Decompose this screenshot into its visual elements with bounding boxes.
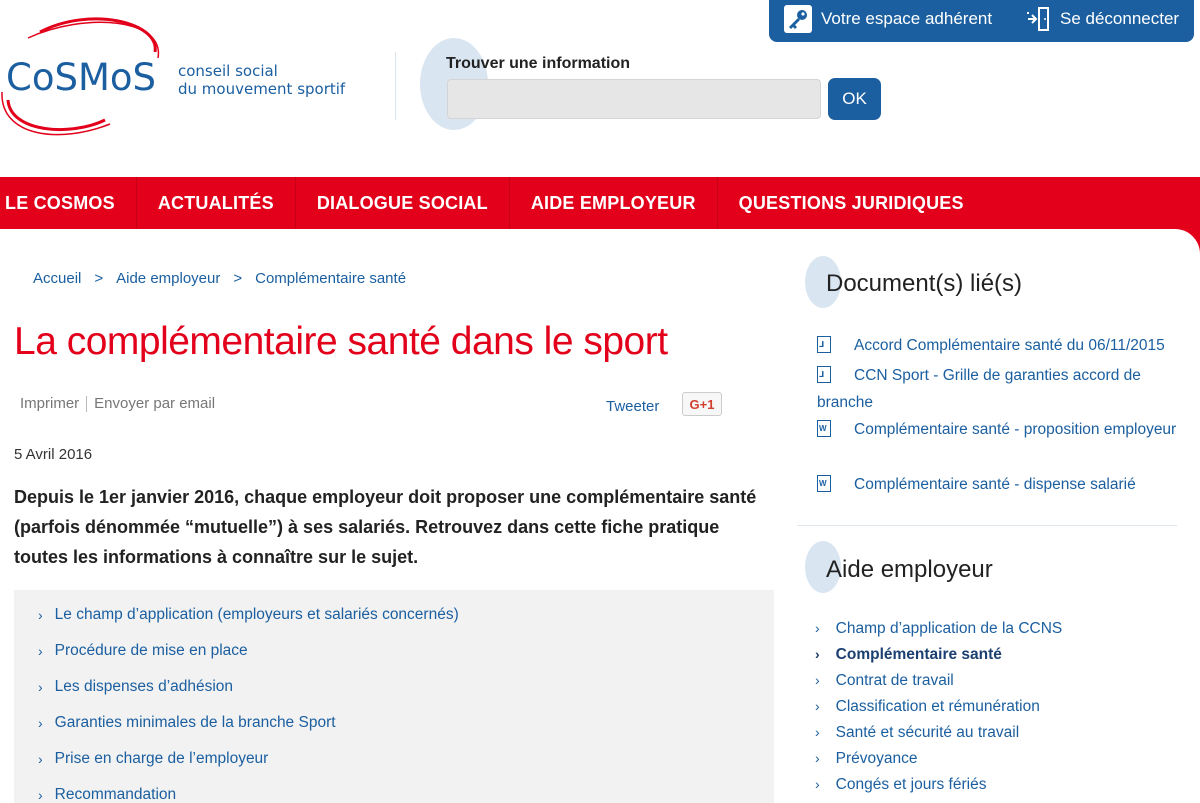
chevron-right-icon: ›	[815, 698, 820, 714]
logo-tagline-line-2: du mouvement sportif	[178, 80, 346, 98]
sidebar-item-label: Santé et sécurité au travail	[835, 724, 1020, 741]
toc-item-label: Prise en charge de l’employeur	[54, 750, 269, 767]
search-submit-button[interactable]: OK	[828, 78, 881, 120]
nav-item-aide-employeur[interactable]: AIDE EMPLOYEUR	[510, 177, 718, 229]
google-plus-button[interactable]: G+1	[682, 392, 722, 416]
chevron-right-icon: ›	[815, 646, 820, 662]
toc-item[interactable]: › Recommandation	[38, 786, 176, 803]
sidebar-item-label: Congés et jours fériés	[835, 776, 987, 793]
chevron-right-icon: ›	[815, 750, 820, 766]
chevron-right-icon: ›	[38, 679, 43, 695]
tweet-button[interactable]: Tweeter	[606, 398, 659, 415]
page-title: La complémentaire santé dans le sport	[14, 320, 668, 363]
sidebar-item-label: Champ d’application de la CCNS	[835, 620, 1063, 637]
toc-item[interactable]: › Le champ d’application (employeurs et …	[38, 606, 459, 624]
sidebar-item-sante-securite[interactable]: › Santé et sécurité au travail	[815, 724, 1019, 742]
sidebar-item-conges[interactable]: › Congés et jours fériés	[815, 776, 986, 794]
chevron-right-icon: ›	[38, 715, 43, 731]
article-intro: Depuis le 1er janvier 2016, chaque emplo…	[14, 487, 757, 567]
toc-item[interactable]: › Prise en charge de l’employeur	[38, 750, 268, 768]
sidebar-item-champ-application[interactable]: › Champ d’application de la CCNS	[815, 620, 1062, 638]
sidebar-item-label: Complémentaire santé	[835, 646, 1002, 663]
breadcrumb-item-aide-employeur[interactable]: Aide employeur	[116, 270, 220, 287]
door-exit-icon	[1027, 7, 1049, 31]
sidebar-item-complementaire-sante[interactable]: › Complémentaire santé	[815, 646, 1002, 664]
tools-divider	[86, 395, 88, 412]
word-icon: W	[817, 475, 831, 492]
main-navigation: LE COSMOS ACTUALITÉS DIALOGUE SOCIAL AID…	[0, 177, 1200, 229]
doc-link-label: CCN Sport - Grille de garanties accord d…	[817, 367, 1141, 411]
sidebar-item-label: Contrat de travail	[835, 672, 954, 689]
toc-item-label: Les dispenses d’adhésion	[54, 678, 234, 695]
nav-item-actualites[interactable]: ACTUALITÉS	[137, 177, 296, 229]
chevron-right-icon: ›	[815, 672, 820, 688]
toc-item-label: Procédure de mise en place	[54, 642, 248, 659]
article-tools: Imprimer Envoyer par email	[20, 395, 215, 412]
doc-link[interactable]: ⅃ CCN Sport - Grille de garanties accord …	[817, 362, 1192, 416]
chevron-right-icon: ›	[38, 607, 43, 623]
pdf-icon: ⅃	[817, 336, 831, 353]
email-link[interactable]: Envoyer par email	[94, 395, 215, 412]
word-icon: W	[817, 420, 831, 437]
doc-link[interactable]: W Complémentaire santé - proposition empl…	[817, 416, 1192, 443]
member-area-link[interactable]: Votre espace adhérent	[783, 0, 992, 38]
nav-item-dialogue-social[interactable]: DIALOGUE SOCIAL	[296, 177, 510, 229]
search-title: Trouver une information	[446, 55, 631, 72]
logo-tagline: conseil social du mouvement sportif	[178, 62, 345, 98]
sidebar-item-label: Classification et rémunération	[835, 698, 1040, 715]
toc-item[interactable]: › Les dispenses d’adhésion	[38, 678, 233, 696]
doc-link[interactable]: W Complémentaire santé - dispense salarié	[817, 471, 1192, 498]
sidebar-item-prevoyance[interactable]: › Prévoyance	[815, 750, 918, 768]
chevron-right-icon: ›	[38, 787, 43, 803]
header-divider	[395, 52, 396, 120]
article-date: 5 Avril 2016	[14, 446, 93, 463]
print-link[interactable]: Imprimer	[20, 395, 79, 412]
chevron-right-icon: ›	[815, 724, 820, 740]
member-area-label: Votre espace adhérent	[821, 9, 993, 28]
breadcrumb: Accueil > Aide employeur > Complémentair…	[33, 270, 406, 287]
nav-item-questions-juridiques[interactable]: QUESTIONS JURIDIQUES	[718, 177, 985, 229]
site-logo[interactable]: CoSMoS conseil social du mouvement sport…	[0, 12, 370, 142]
search-input[interactable]	[447, 79, 821, 119]
toc-item-label: Le champ d’application (employeurs et sa…	[54, 606, 459, 623]
logo-wordmark: CoSMoS	[6, 56, 157, 99]
toc-item[interactable]: › Procédure de mise en place	[38, 642, 248, 660]
nav-item-le-cosmos[interactable]: LE COSMOS	[0, 177, 137, 229]
doc-link-label: Accord Complémentaire santé du 06/11/201…	[854, 337, 1165, 354]
key-icon	[784, 5, 812, 33]
breadcrumb-separator: >	[233, 270, 243, 287]
sidebar-divider	[797, 525, 1177, 526]
logo-tagline-line-1: conseil social	[178, 62, 278, 80]
toc-item-label: Recommandation	[54, 786, 177, 803]
toc-item-label: Garanties minimales de la branche Sport	[54, 714, 336, 731]
user-bar: Votre espace adhérent Se déconnecter	[769, 0, 1194, 42]
breadcrumb-item-complementaire-sante[interactable]: Complémentaire santé	[255, 270, 406, 287]
sidebar-item-label: Prévoyance	[835, 750, 918, 767]
table-of-contents: › Le champ d’application (employeurs et …	[14, 590, 774, 803]
breadcrumb-item-accueil[interactable]: Accueil	[33, 270, 81, 287]
logout-label: Se déconnecter	[1060, 9, 1180, 28]
chevron-right-icon: ›	[815, 776, 820, 792]
toc-item[interactable]: › Garanties minimales de la branche Spor…	[38, 714, 336, 732]
chevron-right-icon: ›	[815, 620, 820, 636]
docs-heading: Document(s) lié(s)	[826, 270, 1023, 297]
doc-link-label: Complémentaire santé - dispense salarié	[854, 476, 1136, 493]
logout-link[interactable]: Se déconnecter	[1026, 0, 1179, 38]
breadcrumb-separator: >	[94, 270, 104, 287]
doc-link[interactable]: ⅃ Accord Complémentaire santé du 06/11/20…	[817, 332, 1192, 359]
sidebar-item-contrat-travail[interactable]: › Contrat de travail	[815, 672, 954, 690]
sidebar-item-classification[interactable]: › Classification et rémunération	[815, 698, 1040, 716]
aide-heading: Aide employeur	[826, 556, 993, 583]
chevron-right-icon: ›	[38, 751, 43, 767]
doc-link-label: Complémentaire santé - proposition emplo…	[854, 421, 1177, 438]
pdf-icon: ⅃	[817, 366, 831, 383]
chevron-right-icon: ›	[38, 643, 43, 659]
